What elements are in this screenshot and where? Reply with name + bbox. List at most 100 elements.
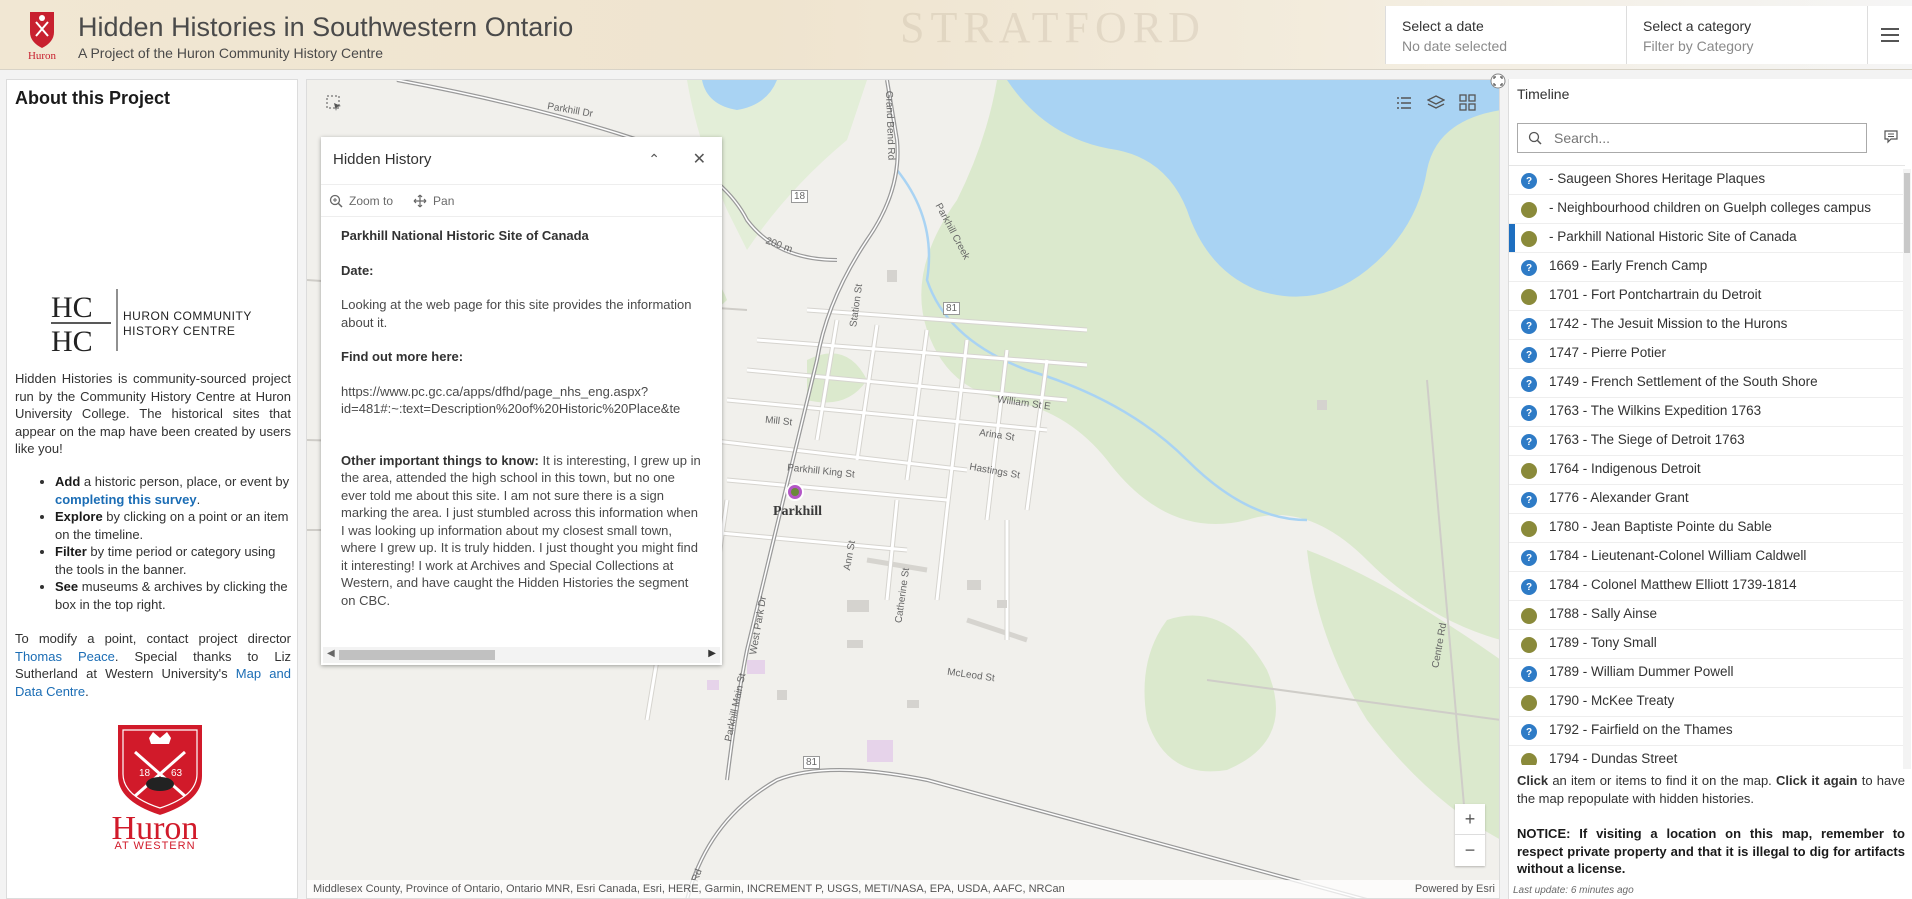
header-background-texture: STRATFORD xyxy=(900,3,1206,52)
timeline-panel: Timeline ? - Saugeen Shores Heritage Pla… xyxy=(1508,79,1912,899)
hchc-mark-top: HC xyxy=(51,291,93,324)
photo-marker-icon xyxy=(1521,608,1537,624)
chevron-up-icon: ⌃ xyxy=(648,151,660,167)
close-popup-button[interactable]: ✕ xyxy=(693,149,706,169)
zoom-in-button[interactable]: + xyxy=(1455,804,1485,835)
scrollbar-thumb[interactable] xyxy=(339,650,495,660)
close-icon: ✕ xyxy=(692,151,706,168)
grid-icon xyxy=(1459,94,1476,111)
highway-shield: 18 xyxy=(791,190,809,203)
popup-url-link[interactable]: https://www.pc.gc.ca/apps/dfhd/page_nhs_… xyxy=(341,383,702,418)
filter-settings-icon[interactable] xyxy=(1883,129,1901,145)
timeline-item[interactable]: ? 1669 - Early French Camp xyxy=(1509,253,1905,282)
huron-logo-icon[interactable]: Huron xyxy=(22,10,62,62)
question-marker-icon: ? xyxy=(1521,260,1537,276)
timeline-item[interactable]: 1701 - Fort Pontchartrain du Detroit xyxy=(1509,282,1905,311)
timeline-item-label: 1790 - McKee Treaty xyxy=(1549,693,1675,708)
hamburger-icon xyxy=(1881,34,1899,36)
photo-marker-icon xyxy=(1521,289,1537,305)
popup-date-label: Date: xyxy=(341,262,374,278)
timeline-item[interactable]: 1789 - Tony Small xyxy=(1509,630,1905,659)
timeline-item[interactable]: 1788 - Sally Ainse xyxy=(1509,601,1905,630)
about-bullet-explore: Explore by clicking on a point or an ite… xyxy=(55,508,291,543)
timeline-item[interactable]: ? 1742 - The Jesuit Mission to the Hurons xyxy=(1509,311,1905,340)
basemap-gallery-button[interactable] xyxy=(1453,88,1483,118)
popup-description: Looking at the web page for this site pr… xyxy=(341,297,692,330)
powered-by-esri-link[interactable]: Powered by Esri xyxy=(1415,883,1495,895)
popup-horizontal-scrollbar[interactable]: ◀ ▶ xyxy=(323,647,720,663)
photo-marker-icon xyxy=(1521,231,1537,247)
timeline-item[interactable]: - Parkhill National Historic Site of Can… xyxy=(1509,224,1905,253)
layers-button[interactable] xyxy=(1421,88,1451,118)
app-subtitle: A Project of the Huron Community History… xyxy=(78,45,384,61)
scroll-left-arrow-icon[interactable]: ◀ xyxy=(327,648,335,659)
date-filter-value: No date selected xyxy=(1402,38,1508,54)
hchc-name-line2: HISTORY CENTRE xyxy=(123,324,235,338)
thomas-peace-link[interactable]: Thomas Peace xyxy=(15,649,115,664)
timeline-item[interactable]: - Neighbourhood children on Guelph colle… xyxy=(1509,195,1905,224)
timeline-item[interactable]: ? - Saugeen Shores Heritage Plaques xyxy=(1509,166,1905,195)
popup-actions: Zoom to Pan xyxy=(321,185,722,217)
category-filter[interactable]: Select a category Filter by Category xyxy=(1626,6,1867,64)
question-marker-icon: ? xyxy=(1521,347,1537,363)
category-filter-label: Select a category xyxy=(1643,18,1752,34)
timeline-item[interactable]: ? 1749 - French Settlement of the South S… xyxy=(1509,369,1905,398)
hamburger-menu-button[interactable] xyxy=(1867,6,1912,64)
legend-button[interactable] xyxy=(1389,88,1419,118)
town-label: Parkhill xyxy=(773,504,823,519)
photo-marker-icon xyxy=(1521,753,1537,765)
scrollbar-thumb[interactable] xyxy=(1904,173,1910,253)
map-attribution: Middlesex County, Province of Ontario, O… xyxy=(307,880,1499,898)
pan-button[interactable]: Pan xyxy=(413,193,454,208)
date-filter[interactable]: Select a date No date selected xyxy=(1385,6,1626,64)
layers-icon xyxy=(1427,95,1445,109)
highway-shield: 81 xyxy=(943,302,961,315)
pan-icon xyxy=(413,194,427,207)
zoom-control: + − xyxy=(1455,804,1485,866)
timeline-item-label: 1742 - The Jesuit Mission to the Hurons xyxy=(1549,316,1788,331)
timeline-item[interactable]: ? 1789 - William Dummer Powell xyxy=(1509,659,1905,688)
timeline-item-label: 1784 - Colonel Matthew Elliott 1739-1814 xyxy=(1549,577,1797,592)
timeline-item[interactable]: ? 1763 - The Wilkins Expedition 1763 xyxy=(1509,398,1905,427)
timeline-item[interactable]: ? 1747 - Pierre Potier xyxy=(1509,340,1905,369)
select-tool-button[interactable] xyxy=(319,88,349,118)
huron-subtitle: AT WESTERN xyxy=(114,840,196,852)
timeline-item-label: 1701 - Fort Pontchartrain du Detroit xyxy=(1549,287,1762,302)
timeline-list: ? - Saugeen Shores Heritage Plaques - Ne… xyxy=(1509,165,1905,765)
about-bullet-see: See museums & archives by clicking the b… xyxy=(55,578,291,613)
timeline-item[interactable]: 1794 - Dundas Street xyxy=(1509,746,1905,765)
question-marker-icon: ? xyxy=(1521,434,1537,450)
zoom-out-button[interactable]: − xyxy=(1455,835,1485,866)
timeline-item[interactable]: ? 1792 - Fairfield on the Thames xyxy=(1509,717,1905,746)
timeline-item[interactable]: ? 1784 - Colonel Matthew Elliott 1739-181… xyxy=(1509,572,1905,601)
timeline-item-label: - Parkhill National Historic Site of Can… xyxy=(1549,229,1797,244)
timeline-item[interactable]: 1780 - Jean Baptiste Pointe du Sable xyxy=(1509,514,1905,543)
timeline-search-input[interactable] xyxy=(1554,128,1854,148)
timeline-item-label: 1763 - The Siege of Detroit 1763 xyxy=(1549,432,1745,447)
collapse-popup-button[interactable]: ⌃ xyxy=(648,151,660,168)
question-marker-icon: ? xyxy=(1521,376,1537,392)
timeline-item-label: - Saugeen Shores Heritage Plaques xyxy=(1549,171,1766,186)
timeline-item-label: 1792 - Fairfield on the Thames xyxy=(1549,722,1733,737)
about-bullet-add: Add a historic person, place, or event b… xyxy=(55,473,291,508)
timeline-item-label: 1764 - Indigenous Detroit xyxy=(1549,461,1701,476)
expand-map-icon[interactable] xyxy=(1490,73,1506,89)
timeline-item[interactable]: ? 1784 - Lieutenant-Colonel William Caldw… xyxy=(1509,543,1905,572)
app-header: STRATFORD Huron Hidden Histories in Sout… xyxy=(0,0,1912,70)
timeline-item[interactable]: 1764 - Indigenous Detroit xyxy=(1509,456,1905,485)
photo-marker-icon xyxy=(1521,202,1537,218)
scroll-right-arrow-icon[interactable]: ▶ xyxy=(708,648,716,659)
popup-site-name: Parkhill National Historic Site of Canad… xyxy=(341,228,589,243)
logo-text: Huron xyxy=(28,50,57,62)
timeline-item[interactable]: ? 1763 - The Siege of Detroit 1763 xyxy=(1509,427,1905,456)
timeline-item[interactable]: ? 1776 - Alexander Grant xyxy=(1509,485,1905,514)
survey-link[interactable]: completing this survey xyxy=(55,492,197,507)
list-icon xyxy=(1397,97,1411,109)
timeline-item[interactable]: 1790 - McKee Treaty xyxy=(1509,688,1905,717)
timeline-scrollbar[interactable] xyxy=(1903,169,1911,769)
timeline-search[interactable] xyxy=(1517,123,1867,153)
popup-other-label: Other important things to know: xyxy=(341,452,539,468)
timeline-notice: NOTICE: If visiting a location on this m… xyxy=(1517,826,1905,876)
zoom-to-button[interactable]: Zoom to xyxy=(329,193,393,208)
last-update: Last update: 6 minutes ago xyxy=(1513,885,1634,896)
